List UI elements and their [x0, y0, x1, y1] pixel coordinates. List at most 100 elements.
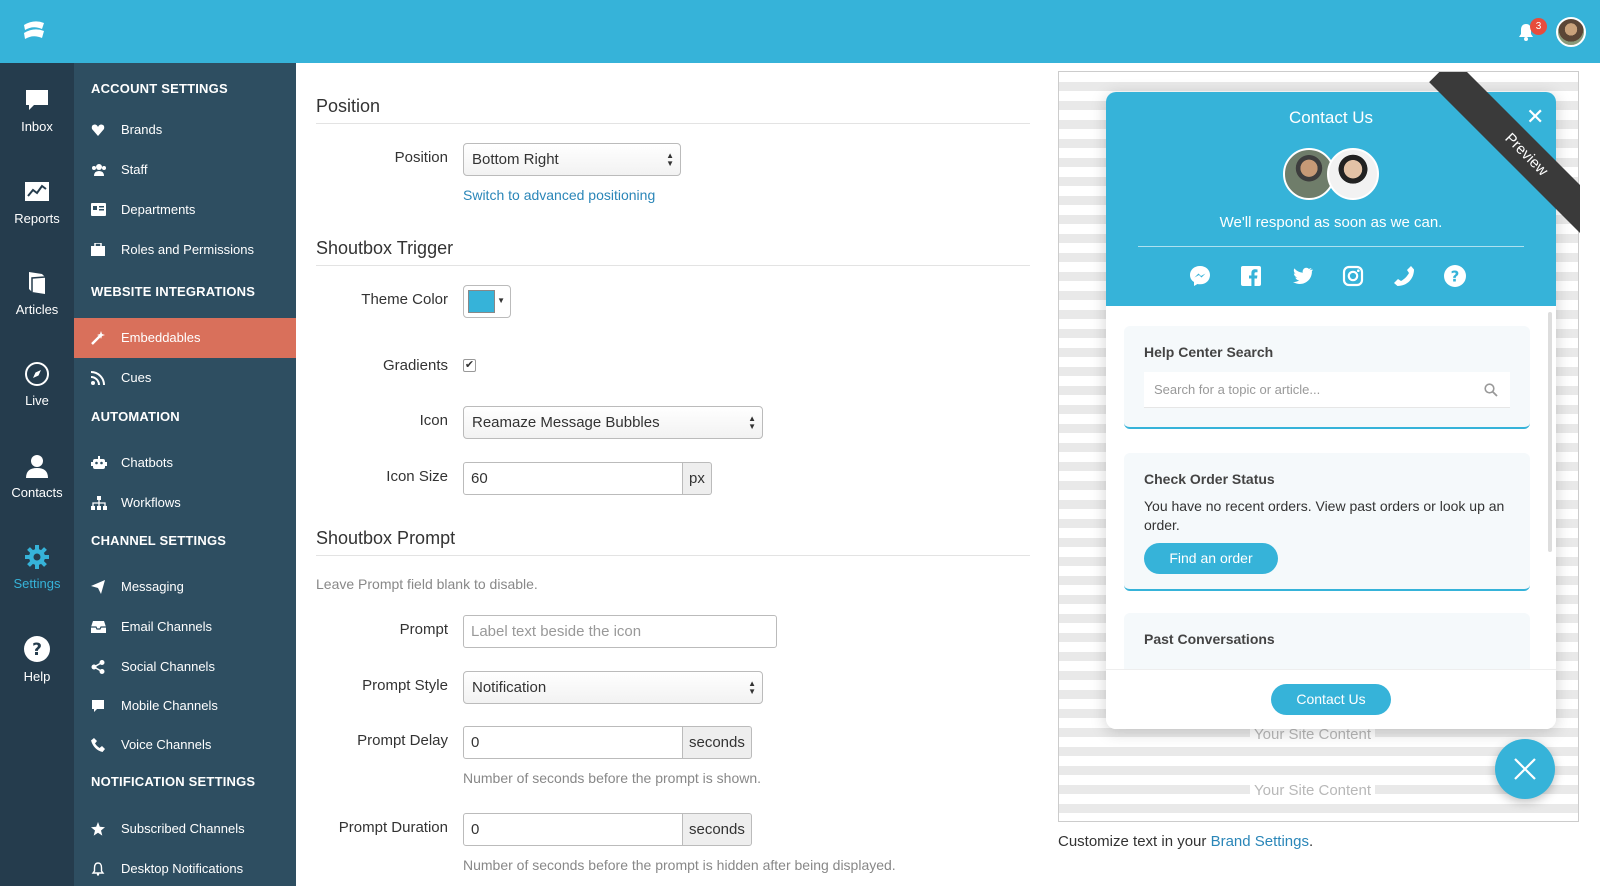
rss-icon [91, 371, 105, 385]
messenger-icon[interactable] [1188, 264, 1212, 288]
sidebar-item-label: Workflows [121, 495, 181, 510]
caption-text: . [1308, 833, 1314, 850]
notification-badge: 3 [1530, 18, 1547, 35]
close-icon [1514, 758, 1536, 780]
sidebar-item-label: Social Channels [121, 659, 215, 674]
order-status-text: You have no recent orders. View past ord… [1144, 498, 1505, 533]
briefcase-icon [91, 243, 105, 256]
sidebar-item-email[interactable]: Email Channels [74, 607, 296, 647]
section-header-website: WEBSITE INTEGRATIONS [91, 284, 256, 299]
rail-item-inbox[interactable]: Inbox [0, 87, 74, 167]
sidebar-item-subscribed[interactable]: Subscribed Channels [74, 809, 296, 849]
prompt-style-select[interactable]: Notification ▲ ▼ [463, 671, 763, 704]
user-avatar[interactable] [1556, 17, 1586, 47]
sidebar-item-mobile[interactable]: Mobile Channels [74, 686, 296, 726]
widget-footer: Contact Us [1106, 669, 1556, 729]
gradients-checkbox[interactable]: ✔ [463, 359, 476, 372]
search-placeholder: Search for a topic or article... [1154, 382, 1321, 397]
sidebar-item-staff[interactable]: Staff [74, 150, 296, 190]
rail-label: Help [23, 669, 51, 684]
chat-bubble-icon [26, 90, 48, 110]
sidebar-item-label: Subscribed Channels [121, 821, 245, 836]
inbox-tray-icon [91, 621, 106, 633]
rail-item-settings[interactable]: Settings [0, 544, 74, 624]
agent-avatar [1327, 148, 1379, 200]
rail-item-reports[interactable]: Reports [0, 179, 74, 259]
section-header-automation: AUTOMATION [91, 409, 180, 424]
preview-ribbon: Preview [1380, 72, 1580, 272]
caption-text: Customize text in your [1058, 833, 1211, 850]
sidebar-item-brands[interactable]: Brands [74, 110, 296, 150]
book-icon [29, 272, 46, 294]
sidebar-item-label: Cues [121, 370, 152, 385]
shoutbox-trigger-button[interactable] [1495, 739, 1555, 799]
chevron-down-icon: ▼ [497, 296, 505, 305]
brand-settings-link[interactable]: Brand Settings [1211, 833, 1309, 850]
sidebar-item-cues[interactable]: Cues [74, 358, 296, 398]
sidebar-item-label: Mobile Channels [121, 698, 218, 713]
widget-scrollbar[interactable] [1548, 312, 1552, 552]
prompt-duration-help: Number of seconds before the prompt is h… [463, 857, 896, 873]
prompt-style-value: Notification [472, 679, 547, 696]
sidebar-item-roles[interactable]: Roles and Permissions [74, 230, 296, 270]
gear-icon [25, 545, 49, 569]
comment-icon [92, 700, 104, 712]
sidebar-item-messaging[interactable]: Messaging [74, 567, 296, 607]
prompt-label: Prompt [399, 621, 448, 638]
facebook-icon[interactable] [1239, 264, 1263, 288]
rail-label: Inbox [21, 119, 53, 134]
section-title-position: Position [316, 96, 381, 116]
icon-size-input[interactable]: 60 [463, 462, 683, 495]
divider [316, 555, 1030, 556]
bell-icon [91, 862, 105, 876]
star-icon [91, 822, 105, 836]
sidebar-item-workflows[interactable]: Workflows [74, 483, 296, 523]
sidebar-item-label: Staff [121, 162, 148, 177]
rail-item-help[interactable]: ? Help [0, 635, 74, 715]
theme-color-label: Theme Color [361, 291, 448, 308]
rail-item-contacts[interactable]: Contacts [0, 453, 74, 533]
instagram-icon[interactable] [1341, 264, 1365, 288]
prompt-delay-label: Prompt Delay [357, 732, 448, 749]
color-swatch [468, 290, 495, 313]
sidebar-item-social[interactable]: Social Channels [74, 647, 296, 687]
top-bar: 3 [0, 0, 1600, 63]
theme-color-picker[interactable]: ▼ [463, 285, 511, 318]
sidebar-item-label: Voice Channels [121, 737, 212, 752]
prompt-delay-input[interactable]: 0 [463, 726, 683, 759]
sidebar-item-embeddables[interactable]: Embeddables [74, 318, 296, 358]
order-status-card: Check Order Status You have no recent or… [1124, 453, 1530, 591]
question-icon: ? [24, 636, 50, 662]
sidebar-item-label: Roles and Permissions [121, 242, 254, 257]
gradients-label: Gradients [382, 357, 448, 374]
icon-select-value: Reamaze Message Bubbles [472, 414, 660, 431]
sidebar-item-label: Departments [121, 202, 196, 217]
rail-label: Articles [15, 302, 59, 317]
prompt-input[interactable]: Label text beside the icon [463, 615, 777, 648]
help-center-search-input[interactable]: Search for a topic or article... [1144, 372, 1510, 408]
prompt-style-label: Prompt Style [362, 677, 448, 694]
sidebar-item-desktop[interactable]: Desktop Notifications [74, 849, 296, 886]
settings-sidebar: ACCOUNT SETTINGS Brands Staff Department… [74, 63, 296, 886]
sidebar-item-chatbots[interactable]: Chatbots [74, 443, 296, 483]
paper-plane-icon [91, 580, 105, 594]
sidebar-item-departments[interactable]: Departments [74, 190, 296, 230]
rail-item-live[interactable]: Live [0, 361, 74, 441]
person-icon [26, 455, 48, 478]
twitter-icon[interactable] [1290, 264, 1314, 288]
sidebar-item-label: Email Channels [121, 619, 213, 634]
find-order-button[interactable]: Find an order [1144, 543, 1278, 574]
sidebar-item-voice[interactable]: Voice Channels [74, 725, 296, 765]
prompt-delay-unit: seconds [683, 726, 752, 759]
prompt-duration-input[interactable]: 0 [463, 813, 683, 846]
prompt-duration-label: Prompt Duration [338, 819, 448, 836]
help-center-title: Help Center Search [1144, 344, 1274, 360]
reamaze-logo-icon[interactable] [20, 19, 48, 43]
icon-select[interactable]: Reamaze Message Bubbles ▲ ▼ [463, 406, 763, 439]
advanced-positioning-link[interactable]: Switch to advanced positioning [463, 187, 655, 203]
rail-item-articles[interactable]: Articles [0, 270, 74, 350]
position-select[interactable]: Bottom Right ▲ ▼ [463, 143, 681, 176]
position-select-value: Bottom Right [472, 151, 559, 168]
select-arrows-icon: ▲ ▼ [748, 414, 756, 431]
contact-us-button[interactable]: Contact Us [1271, 684, 1391, 715]
